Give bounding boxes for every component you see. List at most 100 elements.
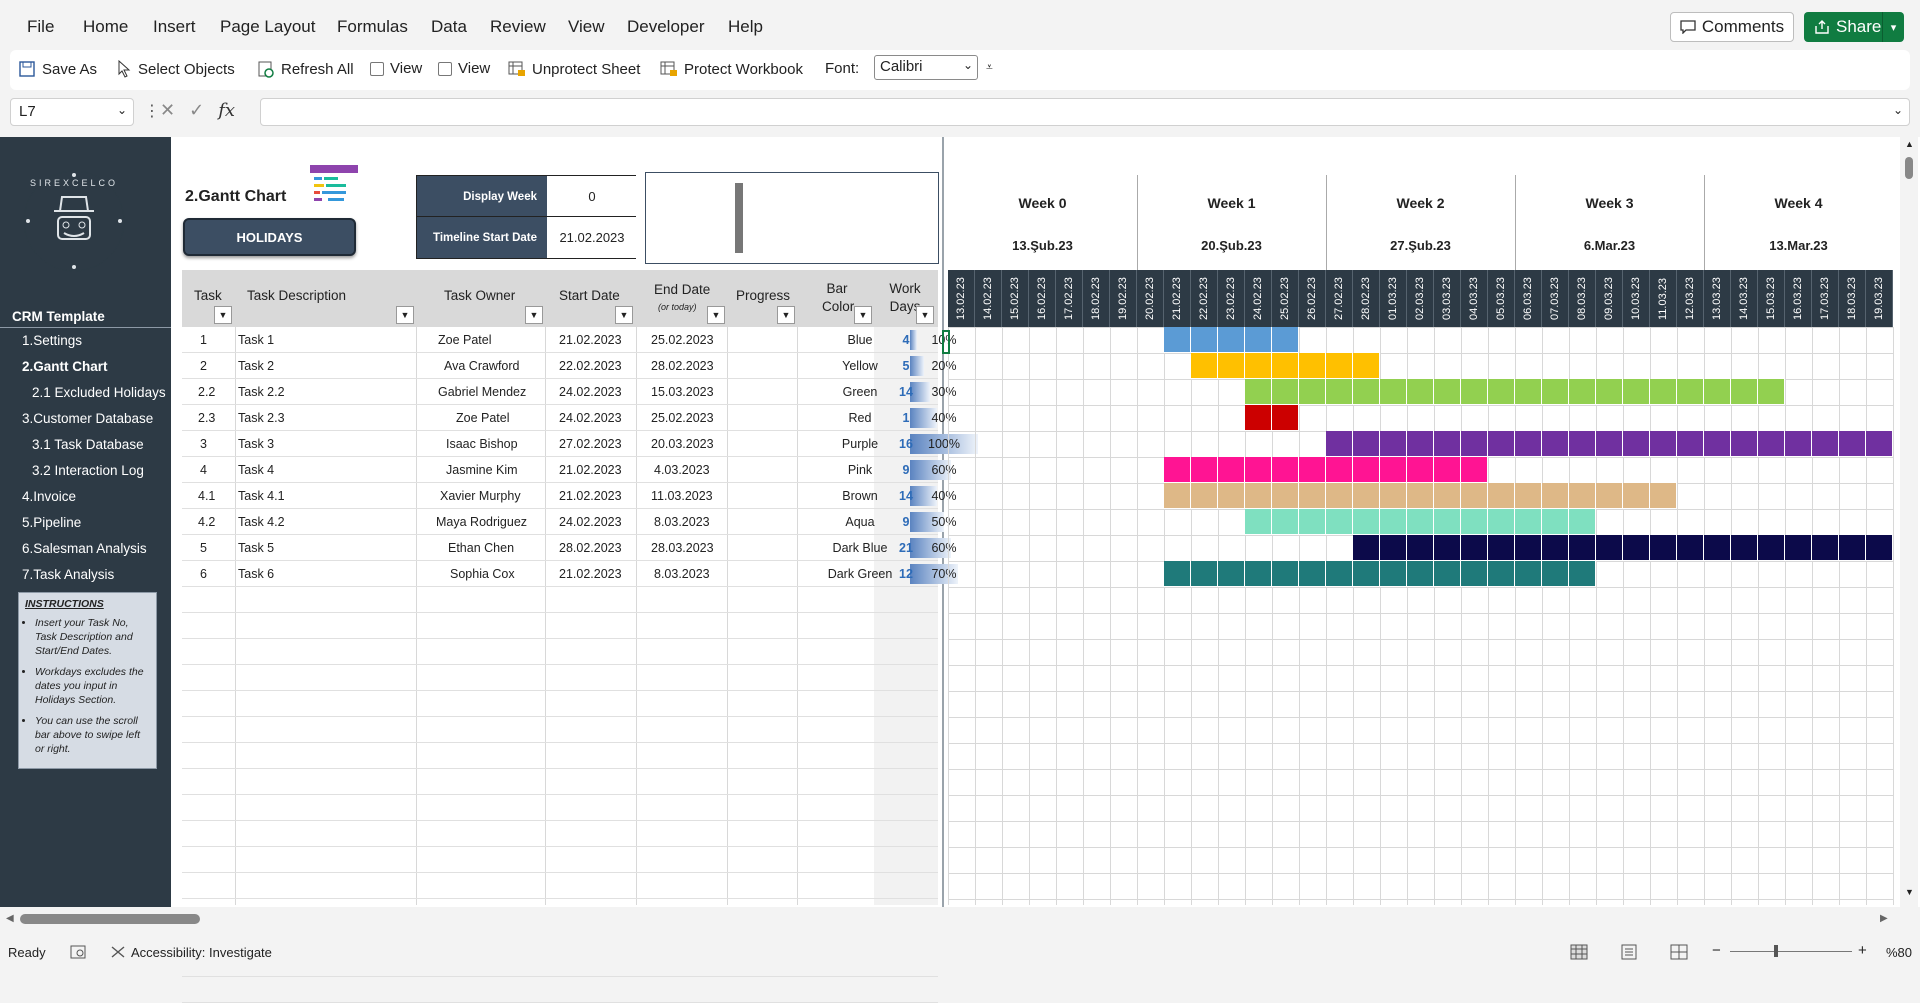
menu-page-layout[interactable]: Page Layout	[220, 17, 315, 37]
gantt-bar-cell[interactable]	[1758, 379, 1785, 405]
gantt-bar-cell[interactable]	[1245, 483, 1272, 509]
gantt-bar-cell[interactable]	[1164, 561, 1191, 587]
empty-table-row[interactable]	[182, 847, 938, 873]
gantt-bar-cell[interactable]	[1650, 535, 1677, 561]
gantt-bar-cell[interactable]	[1461, 457, 1488, 483]
gantt-bar-cell[interactable]	[1812, 535, 1839, 561]
gantt-bar-cell[interactable]	[1542, 483, 1569, 509]
vertical-scrollbar[interactable]: ▲ ▼	[1900, 137, 1918, 907]
filter-dropdown-icon[interactable]: ▼	[777, 306, 795, 324]
gantt-bar-cell[interactable]	[1353, 535, 1380, 561]
empty-table-row[interactable]	[182, 743, 938, 769]
gantt-bar-cell[interactable]	[1245, 379, 1272, 405]
name-box[interactable]: L7 ⌄	[10, 98, 134, 126]
display-week-value[interactable]: 0	[547, 176, 637, 217]
table-row[interactable]: 4.2 Task 4.2 Maya Rodriguez 24.02.2023 8…	[182, 509, 957, 535]
gantt-bar-cell[interactable]	[1731, 379, 1758, 405]
gantt-bar-cell[interactable]	[1353, 509, 1380, 535]
gantt-bar-cell[interactable]	[1542, 509, 1569, 535]
empty-table-row[interactable]	[182, 769, 938, 795]
gantt-bar-cell[interactable]	[1299, 483, 1326, 509]
confirm-icon[interactable]: ✓	[189, 100, 204, 121]
gantt-bar-cell[interactable]	[1866, 535, 1893, 561]
filter-dropdown-icon[interactable]: ▼	[525, 306, 543, 324]
gantt-bar-cell[interactable]	[1164, 327, 1191, 353]
gantt-bar-cell[interactable]	[1839, 535, 1866, 561]
gantt-bar-cell[interactable]	[1515, 535, 1542, 561]
gantt-bar-cell[interactable]	[1245, 509, 1272, 535]
refresh-all-button[interactable]: Refresh All	[257, 60, 354, 78]
sidebar-item-invoice[interactable]: 4.Invoice	[22, 489, 76, 504]
empty-table-row[interactable]	[182, 873, 938, 899]
gantt-bar-cell[interactable]	[1407, 457, 1434, 483]
gantt-bar-cell[interactable]	[1353, 457, 1380, 483]
sidebar-item-task-analysis[interactable]: 7.Task Analysis	[22, 567, 114, 582]
timeline-scroll-thumb[interactable]	[735, 183, 743, 253]
menu-file[interactable]: File	[27, 17, 54, 37]
view-checkbox-1[interactable]: View	[370, 60, 422, 77]
zoom-slider[interactable]	[1730, 951, 1852, 952]
gantt-bar-cell[interactable]	[1299, 353, 1326, 379]
table-row[interactable]: 2.2 Task 2.2 Gabriel Mendez 24.02.2023 1…	[182, 379, 957, 405]
gantt-bar-cell[interactable]	[1326, 457, 1353, 483]
gantt-bar-cell[interactable]	[1353, 379, 1380, 405]
table-row[interactable]: 5 Task 5 Ethan Chen 28.02.2023 28.03.202…	[182, 535, 957, 561]
gantt-bar-cell[interactable]	[1461, 483, 1488, 509]
gantt-bar-cell[interactable]	[1353, 483, 1380, 509]
gantt-bar-cell[interactable]	[1407, 535, 1434, 561]
gantt-bar-cell[interactable]	[1596, 483, 1623, 509]
empty-table-row[interactable]	[182, 821, 938, 847]
gantt-bar-cell[interactable]	[1245, 561, 1272, 587]
empty-table-row[interactable]	[182, 717, 938, 743]
gantt-bar-cell[interactable]	[1758, 431, 1785, 457]
gantt-bar-cell[interactable]	[1380, 483, 1407, 509]
gantt-bar-cell[interactable]	[1191, 353, 1218, 379]
table-row[interactable]: 4 Task 4 Jasmine Kim 21.02.2023 4.03.202…	[182, 457, 957, 483]
cancel-icon[interactable]: ✕	[160, 100, 175, 121]
gantt-bar-cell[interactable]	[1677, 535, 1704, 561]
gantt-bar-cell[interactable]	[1164, 457, 1191, 483]
gantt-bar-cell[interactable]	[1380, 535, 1407, 561]
gantt-bar-cell[interactable]	[1488, 509, 1515, 535]
gantt-bar-cell[interactable]	[1569, 535, 1596, 561]
gantt-bar-cell[interactable]	[1407, 379, 1434, 405]
menu-insert[interactable]: Insert	[153, 17, 196, 37]
menu-formulas[interactable]: Formulas	[337, 17, 408, 37]
empty-table-row[interactable]	[182, 795, 938, 821]
gantt-bar-cell[interactable]	[1461, 561, 1488, 587]
gantt-bar-cell[interactable]	[1704, 379, 1731, 405]
gantt-bar-cell[interactable]	[1542, 431, 1569, 457]
expand-chevron-icon[interactable]: ⌄	[1893, 103, 1903, 117]
sidebar-item-customer-database[interactable]: 3.Customer Database	[22, 411, 153, 426]
gantt-bar-cell[interactable]	[1488, 561, 1515, 587]
gantt-bar-cell[interactable]	[1272, 483, 1299, 509]
menu-view[interactable]: View	[568, 17, 605, 37]
gantt-bar-cell[interactable]	[1461, 379, 1488, 405]
gantt-bar-cell[interactable]	[1407, 431, 1434, 457]
protect-workbook-button[interactable]: Protect Workbook	[660, 60, 803, 78]
gantt-bar-cell[interactable]	[1272, 327, 1299, 353]
table-row[interactable]: 2.3 Task 2.3 Zoe Patel 24.02.2023 25.02.…	[182, 405, 957, 431]
gantt-bar-cell[interactable]	[1245, 327, 1272, 353]
gantt-bar-cell[interactable]	[1218, 483, 1245, 509]
gantt-bar-cell[interactable]	[1353, 431, 1380, 457]
gantt-bar-cell[interactable]	[1839, 431, 1866, 457]
gantt-bar-cell[interactable]	[1218, 353, 1245, 379]
gantt-bar-cell[interactable]	[1272, 405, 1299, 431]
gantt-bar-cell[interactable]	[1434, 431, 1461, 457]
scroll-up-icon[interactable]: ▲	[1905, 139, 1914, 149]
gantt-bar-cell[interactable]	[1191, 561, 1218, 587]
gantt-bar-cell[interactable]	[1380, 457, 1407, 483]
gantt-bar-cell[interactable]	[1434, 535, 1461, 561]
gantt-bar-cell[interactable]	[1326, 509, 1353, 535]
gantt-bar-cell[interactable]	[1380, 379, 1407, 405]
gantt-bar-cell[interactable]	[1623, 431, 1650, 457]
gantt-bar-cell[interactable]	[1731, 535, 1758, 561]
filter-dropdown-icon[interactable]: ▼	[707, 306, 725, 324]
gantt-bar-cell[interactable]	[1758, 535, 1785, 561]
gantt-bar-cell[interactable]	[1650, 431, 1677, 457]
gantt-bar-cell[interactable]	[1461, 535, 1488, 561]
gantt-bar-cell[interactable]	[1407, 561, 1434, 587]
gantt-bar-cell[interactable]	[1218, 457, 1245, 483]
gantt-bar-cell[interactable]	[1515, 431, 1542, 457]
